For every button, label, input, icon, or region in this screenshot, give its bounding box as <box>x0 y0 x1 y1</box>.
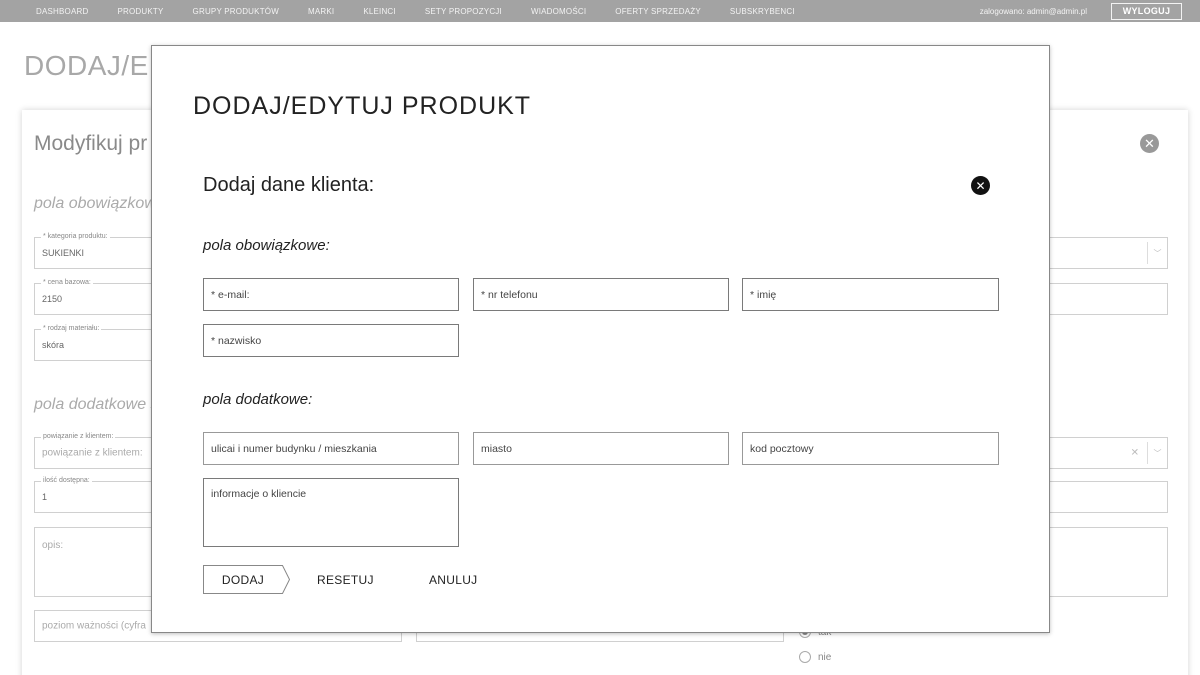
nav-item-messages[interactable]: WIADOMOŚCI <box>531 7 586 16</box>
bg-field-right[interactable] <box>1048 283 1168 315</box>
reset-button[interactable]: RESETUJ <box>317 565 374 594</box>
price-value: 2150 <box>42 294 63 304</box>
nav-user-area: zalogowano: admin@admin.pl WYLOGUJ <box>980 0 1200 22</box>
phone-field[interactable] <box>473 278 729 311</box>
category-value: SUKIENKI <box>42 248 85 258</box>
material-value: skóra <box>42 340 65 350</box>
chevron-down-icon: ﹀ <box>1147 242 1167 264</box>
close-icon[interactable]: ✕ <box>971 176 990 195</box>
nav-item-proposal-sets[interactable]: SETY PROPOZYCJI <box>425 7 502 16</box>
price-label: * cena bazowa: <box>41 279 93 286</box>
add-button-label: DODAJ <box>221 572 265 587</box>
client-info-field[interactable] <box>203 478 459 547</box>
postal-code-field[interactable] <box>742 432 999 465</box>
card-close-icon[interactable]: ✕ <box>1140 134 1159 153</box>
add-button[interactable]: DODAJ <box>203 565 291 594</box>
priority-placeholder: poziom ważności (cyfra <box>42 620 146 632</box>
bg-section-required: pola obowiązkow <box>34 195 156 212</box>
top-navbar: DASHBOARD PRODUKTY GRUPY PRODUKTÓW MARKI… <box>0 0 1200 22</box>
bg-section-optional: pola dodatkowe s <box>34 396 159 413</box>
nav-menu: DASHBOARD PRODUKTY GRUPY PRODUKTÓW MARKI… <box>0 0 824 22</box>
bg-select-right[interactable]: ﹀ <box>1048 237 1168 269</box>
nav-item-product-groups[interactable]: GRUPY PRODUKTÓW <box>193 7 279 16</box>
modal-subtitle: Dodaj dane klienta: <box>203 174 375 196</box>
nav-item-subscribers[interactable]: SUBSKRYBENCI <box>730 7 795 16</box>
card-title: Modyfikuj pr <box>34 132 148 155</box>
radio-no[interactable]: nie <box>799 651 831 663</box>
nav-item-dashboard[interactable]: DASHBOARD <box>36 7 88 16</box>
bg-select-right-2[interactable]: ✕ ﹀ <box>1048 437 1168 469</box>
section-required-label: pola obowiązkowe: <box>203 237 330 254</box>
logout-button[interactable]: WYLOGUJ <box>1111 2 1182 20</box>
logged-in-user: zalogowano: admin@admin.pl <box>979 6 1087 16</box>
nav-item-sales-offers[interactable]: OFERTY SPRZEDAŻY <box>615 7 701 16</box>
description-placeholder: opis: <box>42 540 64 551</box>
last-name-field[interactable] <box>203 324 459 357</box>
first-name-field[interactable] <box>742 278 999 311</box>
section-optional-label: pola dodatkowe: <box>203 391 313 408</box>
clear-icon[interactable]: ✕ <box>1131 448 1139 459</box>
category-label: * kategoria produktu: <box>41 233 110 240</box>
radio-no-label: nie <box>818 651 832 663</box>
bg-textarea-right[interactable] <box>1048 527 1168 597</box>
email-field[interactable] <box>203 278 459 311</box>
cancel-button[interactable]: ANULUJ <box>429 565 477 594</box>
modal-title: DODAJ/EDYTUJ PRODUKT <box>193 92 532 120</box>
material-label: * rodzaj materiału: <box>41 325 102 332</box>
logout-label: WYLOGUJ <box>1122 6 1171 16</box>
bg-field-right-2[interactable] <box>1048 481 1168 513</box>
nav-item-brands[interactable]: MARKI <box>308 7 334 16</box>
client-link-label: powiązanie z klientem: <box>41 433 116 440</box>
city-field[interactable] <box>473 432 729 465</box>
client-link-placeholder: powiązanie z klientem: <box>42 447 143 459</box>
stock-label: ilość dostępna: <box>41 477 92 484</box>
radio-no-dot[interactable] <box>799 651 811 663</box>
chevron-down-icon: ﹀ <box>1147 442 1167 464</box>
nav-item-products[interactable]: PRODUKTY <box>117 7 163 16</box>
street-field[interactable] <box>203 432 459 465</box>
add-client-modal: DODAJ/EDYTUJ PRODUKT Dodaj dane klienta:… <box>151 45 1050 633</box>
stock-value: 1 <box>42 492 48 502</box>
nav-item-clients[interactable]: KLEINCI <box>363 7 396 16</box>
